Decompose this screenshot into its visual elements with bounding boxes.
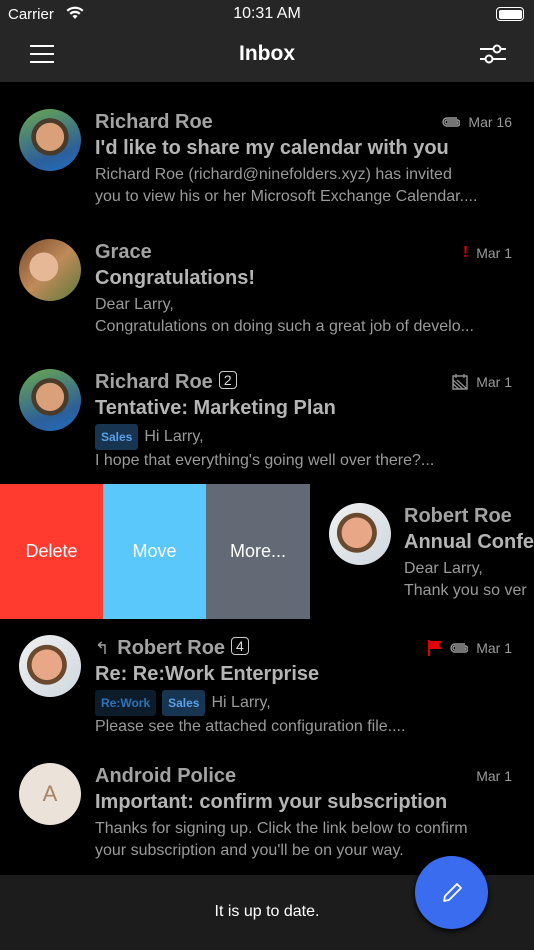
attachment-icon [450,643,469,653]
date: Mar 1 [476,768,512,784]
preview-line: Hi Larry, [211,694,271,711]
preview-line: Hi Larry, [144,428,204,445]
avatar [329,503,391,565]
avatar [19,239,81,301]
date: Mar 1 [476,374,512,390]
sender: Android Police [95,765,237,787]
preview-line: you to view his or her Microsoft Exchang… [95,188,478,205]
thread-count: 4 [231,637,249,655]
nav-bar: Inbox [0,28,534,82]
clock: 10:31 AM [233,5,301,22]
status-bar: Carrier 10:31 AM [0,0,534,28]
subject: Important: confirm your subscription [95,791,448,813]
preview-line: Thank you so ver [404,582,527,599]
calendar-tentative-icon [452,374,468,390]
subject: Tentative: Marketing Plan [95,397,336,419]
filter-settings-icon[interactable] [480,44,506,64]
subject: Congratulations! [95,267,255,289]
preview-line: Thanks for signing up. Click the link be… [95,820,468,837]
category-tag: Sales [162,690,206,716]
avatar [19,635,81,697]
more-button[interactable]: More... [206,484,310,619]
pencil-icon [442,882,462,902]
battery-icon [496,7,524,21]
preview-line: Please see the attached configuration fi… [95,718,406,735]
preview-line: I hope that everything's going well over… [95,452,435,469]
message-row[interactable]: ↰ Robert Roe 4 Re: Re:Work Enterprise Re:W… [0,630,534,750]
reply-icon: ↰ [95,639,110,658]
flag-icon [428,640,443,656]
date: Mar 1 [476,640,512,656]
avatar [19,109,81,171]
message-row[interactable]: Richard Roe 2 Tentative: Marketing Plan S… [0,364,534,484]
category-tag: Re:Work [95,690,157,716]
category-tag: Sales [95,424,139,450]
sender: Robert Roe [404,505,512,527]
message-row[interactable]: Richard Roe I'd like to share my calenda… [0,104,534,224]
sender: Robert Roe [117,637,226,659]
sync-status: It is up to date. [214,903,320,920]
page-title: Inbox [239,42,295,65]
preview-line: Dear Larry, [95,296,174,313]
preview-line: Dear Larry, [404,560,483,577]
important-icon: ! [462,244,469,261]
message-row[interactable]: Grace Congratulations! Dear Larry, Congr… [0,234,534,354]
subject: Annual Confe [404,531,534,553]
sender: Richard Roe [95,371,213,393]
preview-line: Richard Roe (richard@ninefolders.xyz) ha… [95,166,452,183]
sender: Grace [95,241,152,263]
date: Mar 16 [468,114,512,130]
avatar [19,369,81,431]
avatar: A [19,763,81,825]
compose-button[interactable] [415,856,488,929]
thread-count: 2 [218,371,237,389]
date: Mar 1 [476,245,512,261]
attachment-icon [442,117,461,127]
message-row-swiped[interactable]: Robert Roe Annual Confe Dear Larry, Than… [310,484,534,619]
subject: Re: Re:Work Enterprise [95,663,320,685]
delete-button[interactable]: Delete [0,484,103,619]
preview-line: Congratulations on doing such a great jo… [95,318,474,335]
subject: I'd like to share my calendar with you [95,137,449,159]
move-button[interactable]: Move [103,484,206,619]
